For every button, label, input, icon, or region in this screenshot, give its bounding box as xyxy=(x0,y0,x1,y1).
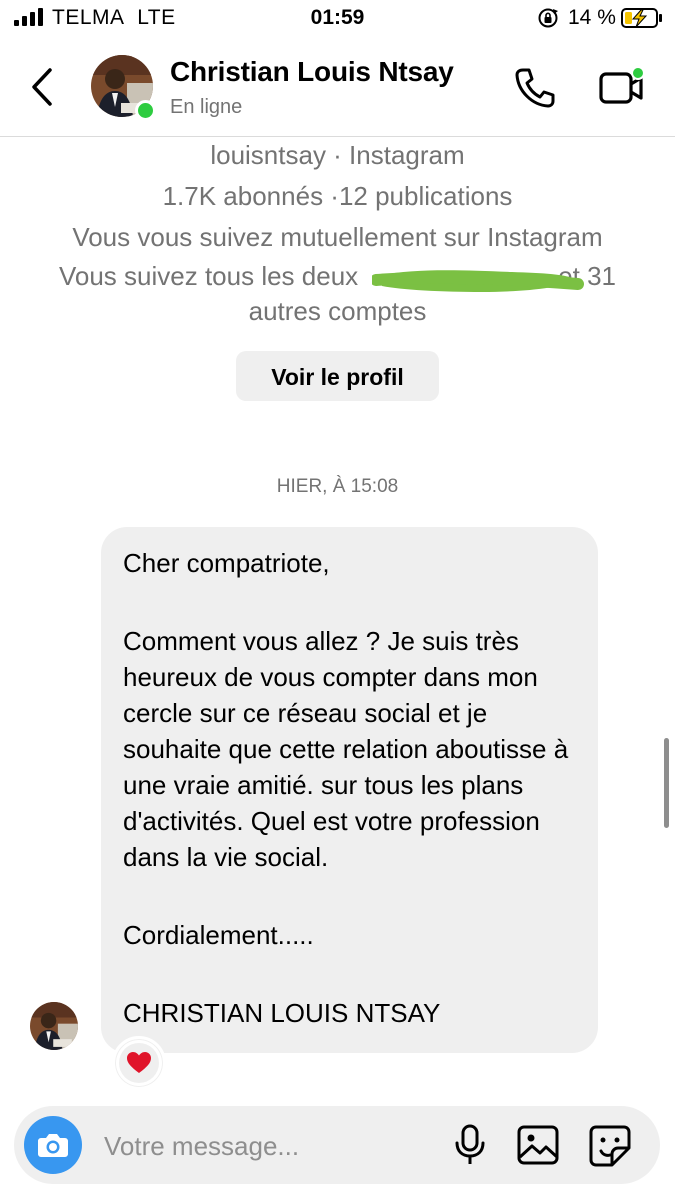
camera-button[interactable] xyxy=(24,1116,82,1174)
redaction-scribble xyxy=(372,270,584,292)
scrollbar[interactable] xyxy=(664,738,669,828)
view-profile-button[interactable]: Voir le profil xyxy=(236,351,439,401)
message-signature: CHRISTIAN LOUIS NTSAY xyxy=(123,998,441,1028)
video-icon[interactable] xyxy=(598,66,652,110)
orientation-lock-icon xyxy=(538,8,558,28)
common-followers-line2: autres comptes xyxy=(248,296,427,326)
mutual-follow-text: Vous vous suivez mutuellement sur Instag… xyxy=(72,222,603,252)
gallery-icon[interactable] xyxy=(516,1124,560,1166)
message-greeting: Cher compatriote, xyxy=(123,548,330,578)
message-body: Comment vous allez ? Je suis très heureu… xyxy=(123,626,569,872)
sticker-icon[interactable] xyxy=(588,1124,632,1168)
back-icon[interactable] xyxy=(28,66,58,108)
online-indicator xyxy=(135,100,156,121)
message-bubble[interactable]: Cher compatriote, Comment vous allez ? J… xyxy=(101,527,598,1053)
message-closing: Cordialement..... xyxy=(123,920,314,950)
contact-avatar[interactable] xyxy=(91,55,156,121)
message-composer xyxy=(14,1106,660,1184)
microphone-icon[interactable] xyxy=(450,1123,490,1167)
common-followers-start: Vous suivez tous les deux xyxy=(58,261,359,291)
profile-handle: louisntsay · Instagram xyxy=(210,140,465,170)
contact-status: En ligne xyxy=(170,96,243,118)
battery-charging-icon xyxy=(621,8,662,28)
message-input[interactable] xyxy=(102,1120,426,1172)
heart-reaction[interactable] xyxy=(112,1036,166,1090)
camera-icon xyxy=(38,1134,68,1157)
heart-icon xyxy=(119,1043,159,1083)
contact-name[interactable]: Christian Louis Ntsay xyxy=(170,56,454,88)
sender-avatar[interactable] xyxy=(30,1002,78,1050)
status-bar: TELMA LTE 01:59 14 % xyxy=(0,0,675,40)
battery-percentage: 14 % xyxy=(568,6,616,29)
sender-photo-icon xyxy=(30,1002,78,1050)
message-timestamp: HIER, À 15:08 xyxy=(276,476,399,497)
chat-header: Christian Louis Ntsay En ligne xyxy=(0,40,675,137)
phone-icon[interactable] xyxy=(513,66,557,110)
profile-stats: 1.7K abonnés ·12 publications xyxy=(162,181,513,211)
